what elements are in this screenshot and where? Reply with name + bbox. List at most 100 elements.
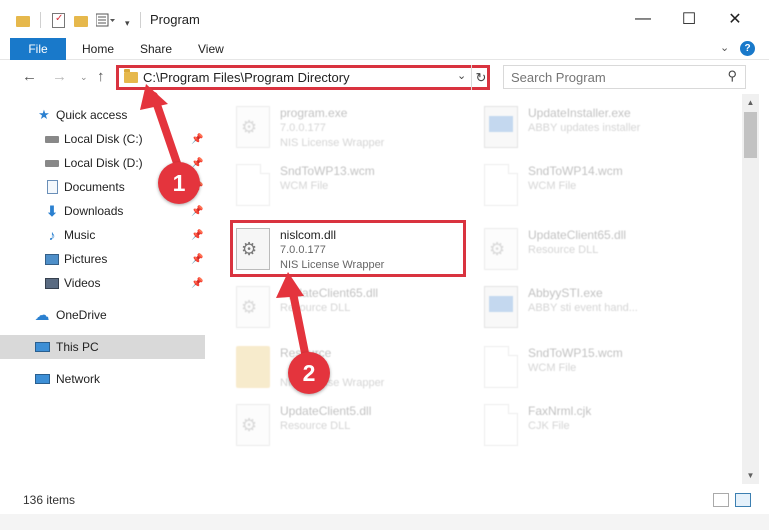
dll-icon: ⚙	[236, 286, 270, 328]
pin-icon: 📌	[191, 277, 204, 289]
vertical-scrollbar[interactable]: ▲ ▼	[742, 94, 759, 484]
maximize-button[interactable]: ☐	[666, 0, 712, 38]
file-name: program.exe	[280, 106, 348, 120]
file-icon	[484, 346, 518, 388]
tiles-view-icon[interactable]	[735, 493, 751, 507]
sidebar-item-label: Local Disk (D:)	[64, 156, 143, 170]
list-item[interactable]: ⚙ UpdateClient65.dll Resource DLL	[232, 280, 472, 334]
file-name: SndToWP15.wcm	[528, 346, 623, 360]
sidebar-item-quick-access[interactable]: ★ Quick access	[0, 104, 205, 126]
computer-icon	[34, 340, 50, 354]
file-list: ⚙ program.exe 7.0.0.177 NIS License Wrap…	[206, 94, 742, 484]
documents-icon	[44, 180, 60, 194]
list-item[interactable]: SndToWP14.wcm WCM File	[480, 158, 720, 212]
list-item[interactable]: ⚙ UpdateClient65.dll Resource DLL	[480, 222, 720, 276]
quick-access-dropdown-icon[interactable]: ▾	[125, 13, 130, 33]
customize-icon[interactable]	[96, 10, 116, 30]
list-item[interactable]: ⚙ UpdateClient5.dll Resource DLL	[232, 398, 472, 452]
drive-icon	[44, 156, 60, 170]
sidebar-item-music[interactable]: ♪ Music 📌	[0, 224, 205, 246]
sidebar-item-videos[interactable]: Videos 📌	[0, 272, 205, 294]
sidebar-item-label: Pictures	[64, 252, 108, 266]
sidebar-item-label: Network	[56, 372, 101, 386]
tab-share[interactable]: Share	[140, 42, 172, 56]
file-icon	[484, 164, 518, 206]
file-detail: ABBY sti event hand...	[528, 302, 638, 314]
address-bar[interactable]: C:\Program Files\Program Directory ⌄ ↻	[116, 65, 490, 90]
tab-file[interactable]: File	[10, 38, 66, 60]
minimize-button[interactable]: —	[620, 0, 666, 38]
new-folder-icon[interactable]	[74, 10, 88, 30]
folder-icon	[124, 69, 138, 83]
search-icon[interactable]: ⚲	[727, 68, 737, 84]
file-detail: WCM File	[528, 180, 577, 192]
list-item[interactable]: AbbyySTI.exe ABBY sti event hand...	[480, 280, 720, 334]
search-input[interactable]	[504, 66, 704, 88]
divider	[40, 12, 41, 28]
back-arrow-icon[interactable]: ←	[22, 68, 37, 85]
address-path[interactable]: C:\Program Files\Program Directory	[143, 70, 350, 85]
scroll-down-icon[interactable]: ▼	[742, 467, 759, 484]
details-view-icon[interactable]	[713, 493, 729, 507]
divider	[140, 12, 141, 28]
folder-icon	[16, 10, 30, 30]
pictures-icon	[44, 252, 60, 266]
star-icon: ★	[38, 107, 50, 122]
cloud-icon: ☁	[34, 307, 50, 324]
list-item[interactable]: SndToWP15.wcm WCM File	[480, 340, 720, 394]
search-box[interactable]: ⚲	[503, 65, 746, 89]
sidebar-item-local-disk-c[interactable]: Local Disk (C:) 📌	[0, 128, 205, 150]
sidebar-item-this-pc[interactable]: This PC	[0, 335, 205, 359]
scroll-thumb[interactable]	[744, 112, 757, 158]
dll-icon: ⚙	[484, 228, 518, 270]
dll-icon: ⚙	[236, 404, 270, 446]
file-name: AbbyySTI.exe	[528, 286, 603, 300]
file-icon	[236, 164, 270, 206]
navigation-pane: ★ Quick access Local Disk (C:) 📌 Local D…	[0, 94, 205, 484]
file-detail: 7.0.0.177	[280, 122, 326, 134]
file-name: UpdateClient5.dll	[280, 404, 372, 418]
list-item[interactable]: Resource NIS License Wrapper	[232, 340, 472, 394]
recent-locations-icon[interactable]: ⌄	[80, 72, 88, 83]
music-icon: ♪	[48, 227, 56, 243]
close-button[interactable]: ✕	[712, 0, 758, 38]
sidebar-item-label: Music	[64, 228, 96, 242]
properties-icon[interactable]: ✓	[52, 10, 65, 30]
drive-icon	[44, 132, 60, 146]
videos-icon	[44, 276, 60, 290]
step-1-badge: 1	[158, 162, 200, 204]
expand-ribbon-icon[interactable]: ⌄	[720, 41, 729, 54]
sidebar-item-label: Local Disk (C:)	[64, 132, 143, 146]
chevron-down-icon[interactable]: ⌄	[457, 69, 466, 82]
list-item[interactable]: FaxNrml.cjk CJK File	[480, 398, 720, 452]
list-item[interactable]: ⚙ program.exe 7.0.0.177 NIS License Wrap…	[232, 100, 472, 154]
window-title: Program	[150, 12, 200, 27]
list-item[interactable]: SndToWP13.wcm WCM File	[232, 158, 472, 212]
file-name: UpdateInstaller.exe	[528, 106, 631, 120]
ribbon: File Home Share View ⌄	[0, 38, 769, 60]
pin-icon: 📌	[191, 205, 204, 217]
step-2-badge: 2	[288, 352, 330, 394]
sidebar-item-onedrive[interactable]: ☁ OneDrive	[0, 304, 205, 326]
up-arrow-icon[interactable]: ↑	[97, 68, 105, 85]
refresh-icon[interactable]: ↻	[471, 65, 490, 90]
navigation-bar: ← → ⌄ ↑ C:\Program Files\Program Directo…	[0, 60, 769, 94]
status-bar: 136 items	[0, 484, 769, 514]
app-icon	[484, 286, 518, 328]
forward-arrow-icon[interactable]: →	[52, 68, 67, 85]
pin-icon: 📌	[191, 133, 204, 145]
pin-icon: 📌	[191, 229, 204, 241]
list-item[interactable]: UpdateInstaller.exe ABBY updates install…	[480, 100, 720, 154]
tab-home[interactable]: Home	[82, 42, 114, 56]
sidebar-item-label: This PC	[56, 340, 99, 354]
download-icon: ⬇	[46, 202, 58, 219]
item-count: 136 items	[23, 493, 76, 507]
file-detail: Resource DLL	[528, 244, 599, 256]
sidebar-item-pictures[interactable]: Pictures 📌	[0, 248, 205, 270]
sidebar-item-network[interactable]: Network	[0, 368, 205, 390]
scroll-up-icon[interactable]: ▲	[742, 94, 759, 111]
file-name: UpdateClient65.dll	[528, 228, 627, 242]
help-icon[interactable]: ?	[740, 41, 755, 56]
tab-view[interactable]: View	[198, 42, 224, 56]
sidebar-item-label: OneDrive	[56, 308, 107, 322]
